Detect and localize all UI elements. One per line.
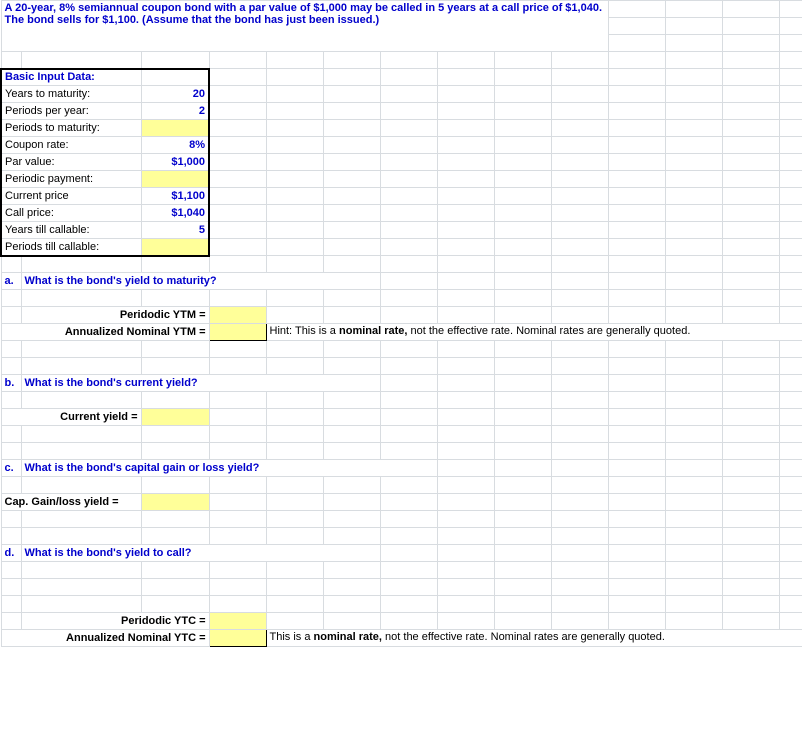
row-periods-to-maturity-label: Periods to maturity:	[1, 120, 141, 137]
qb-letter: b.	[1, 375, 21, 392]
qa-hint: Hint: This is a nominal rate, not the ef…	[266, 324, 802, 341]
spreadsheet-grid[interactable]: A 20-year, 8% semiannual coupon bond wit…	[0, 0, 802, 647]
qc-cap-gain-input[interactable]	[141, 494, 209, 511]
row-years-to-maturity-label: Years to maturity:	[1, 86, 141, 103]
qa-periodic-ytm-label: Peridodic YTM =	[21, 307, 209, 324]
row-periods-to-maturity-value[interactable]	[141, 120, 209, 137]
row-coupon-rate-value[interactable]: 8%	[141, 137, 209, 154]
row-periods-till-callable-label: Periods till callable:	[1, 239, 141, 256]
problem-statement: A 20-year, 8% semiannual coupon bond wit…	[1, 1, 608, 52]
qa-question: What is the bond's yield to maturity?	[21, 273, 380, 290]
row-call-price-value[interactable]: $1,040	[141, 205, 209, 222]
qc-cap-gain-label: Cap. Gain/loss yield =	[1, 494, 141, 511]
qd-annual-ytc-label: Annualized Nominal YTC =	[1, 630, 209, 647]
qd-letter: d.	[1, 545, 21, 562]
row-periods-per-year-value[interactable]: 2	[141, 103, 209, 120]
row-par-value-label: Par value:	[1, 154, 141, 171]
row-periodic-payment-label: Periodic payment:	[1, 171, 141, 188]
row-current-price-value[interactable]: $1,100	[141, 188, 209, 205]
qb-question: What is the bond's current yield?	[21, 375, 380, 392]
qa-annual-ytm-label: Annualized Nominal YTM =	[1, 324, 209, 341]
row-current-price-label: Current price	[1, 188, 141, 205]
row-years-till-callable-value[interactable]: 5	[141, 222, 209, 239]
qc-question: What is the bond's capital gain or loss …	[21, 460, 437, 477]
qb-current-yield-label: Current yield =	[1, 409, 141, 426]
row-years-to-maturity-value[interactable]: 20	[141, 86, 209, 103]
row-years-till-callable-label: Years till callable:	[1, 222, 141, 239]
qa-periodic-ytm-input[interactable]	[209, 307, 266, 324]
qc-letter: c.	[1, 460, 21, 477]
qd-periodic-ytc-input[interactable]	[209, 613, 266, 630]
row-periods-per-year-label: Periods per year:	[1, 103, 141, 120]
qb-current-yield-input[interactable]	[141, 409, 209, 426]
qd-question: What is the bond's yield to call?	[21, 545, 380, 562]
qa-annual-ytm-input[interactable]	[209, 324, 266, 341]
row-coupon-rate-label: Coupon rate:	[1, 137, 141, 154]
qd-hint: This is a nominal rate, not the effectiv…	[266, 630, 802, 647]
row-periodic-payment-value[interactable]	[141, 171, 209, 188]
row-par-value-value[interactable]: $1,000	[141, 154, 209, 171]
qa-letter: a.	[1, 273, 21, 290]
qd-periodic-ytc-label: Peridodic YTC =	[21, 613, 209, 630]
row-call-price-label: Call price:	[1, 205, 141, 222]
input-section-title: Basic Input Data:	[1, 69, 141, 86]
qd-annual-ytc-input[interactable]	[209, 630, 266, 647]
row-periods-till-callable-value[interactable]	[141, 239, 209, 256]
